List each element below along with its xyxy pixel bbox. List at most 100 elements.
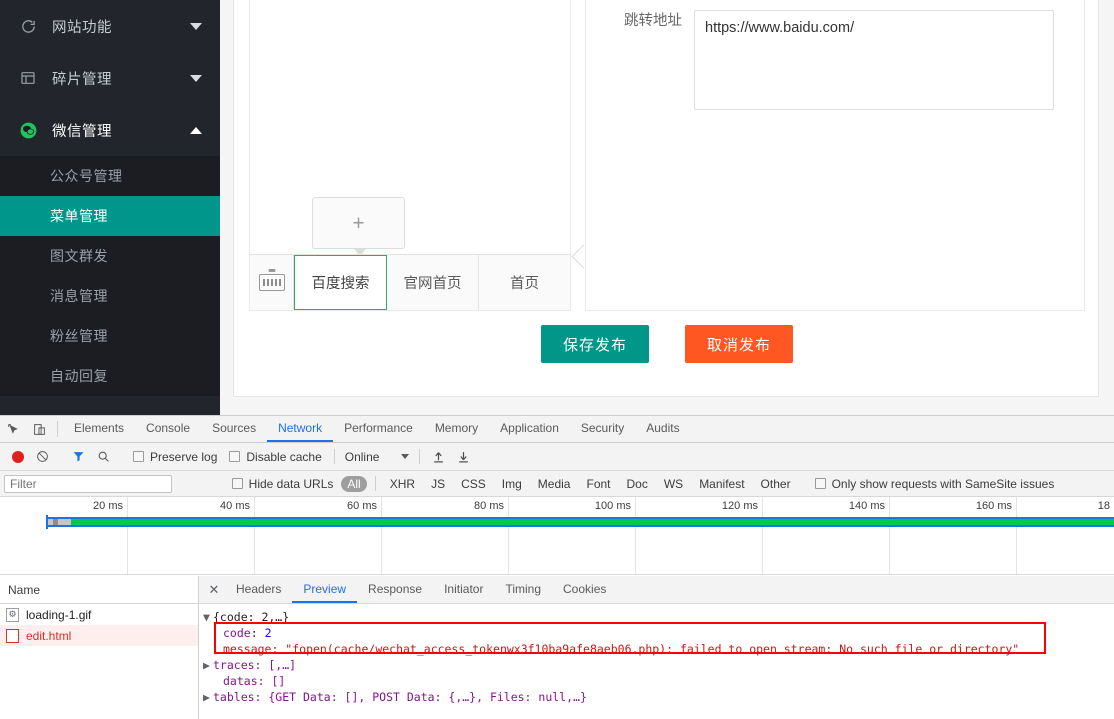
checkbox-box xyxy=(814,478,826,489)
device-toolbar-icon[interactable] xyxy=(26,416,52,442)
tab-performance[interactable]: Performance xyxy=(333,416,424,442)
ruler-tick-label: 60 ms xyxy=(347,500,377,512)
window-panel-icon xyxy=(18,68,38,88)
table-row[interactable]: edit.html xyxy=(0,625,198,646)
json-root-line[interactable]: ▼ {code: 2,…} xyxy=(203,609,1114,625)
image-file-icon: ⚙ xyxy=(6,607,19,622)
tab-headers[interactable]: Headers xyxy=(225,576,292,603)
json-line-datas: datas: [] xyxy=(203,673,1114,689)
type-filter-css[interactable]: CSS xyxy=(455,476,492,492)
request-detail-panel: ✕ Headers Preview Response Initiator Tim… xyxy=(199,576,1114,719)
json-preview: ▼ {code: 2,…} code: 2 message: "fopen(cac… xyxy=(199,604,1114,719)
close-icon[interactable]: ✕ xyxy=(203,576,225,603)
type-filter-other[interactable]: Other xyxy=(755,476,797,492)
type-filter-doc[interactable]: Doc xyxy=(621,476,654,492)
samesite-issues-label: Only show requests with SameSite issues xyxy=(831,476,1055,491)
record-button-icon[interactable] xyxy=(6,450,30,463)
sidebar-item-menu-management[interactable]: 菜单管理 xyxy=(0,196,220,236)
type-filter-ws[interactable]: WS xyxy=(658,476,689,492)
tab-audits[interactable]: Audits xyxy=(635,416,690,442)
tab-console[interactable]: Console xyxy=(135,416,201,442)
table-row[interactable]: ⚙ loading-1.gif xyxy=(0,604,198,625)
keyboard-icon xyxy=(258,269,285,291)
sidebar-item-auto-reply[interactable]: 自动回复 xyxy=(0,356,220,396)
request-name: loading-1.gif xyxy=(26,607,92,622)
chevron-down-icon[interactable] xyxy=(190,22,202,30)
tab-sources[interactable]: Sources xyxy=(201,416,267,442)
json-line-traces[interactable]: ▶ traces: [,…] xyxy=(203,657,1114,673)
tab-initiator[interactable]: Initiator xyxy=(433,576,494,603)
url-field-label: 跳转地址 xyxy=(624,13,682,29)
sidebar-group-fragment-management[interactable]: 碎片管理 xyxy=(0,52,220,104)
url-input[interactable] xyxy=(694,10,1054,110)
toolbar-divider xyxy=(374,476,376,491)
checkbox-box xyxy=(231,478,243,489)
type-filter-font[interactable]: Font xyxy=(580,476,616,492)
sidebar-item-fan-management[interactable]: 粉丝管理 xyxy=(0,316,220,356)
tab-security[interactable]: Security xyxy=(570,416,635,442)
search-icon[interactable] xyxy=(91,450,116,463)
network-toolbar: Preserve log Disable cache Online xyxy=(0,443,1114,471)
ruler-tick-label: 100 ms xyxy=(594,500,631,512)
plus-icon: + xyxy=(352,211,365,235)
tab-timing[interactable]: Timing xyxy=(494,576,552,603)
network-activity-band[interactable] xyxy=(48,517,1114,527)
menu-item-home[interactable]: 首页 xyxy=(479,255,570,310)
chevron-down-icon xyxy=(401,454,410,459)
throttling-select[interactable]: Online xyxy=(341,450,414,464)
ruler-tick-label: 40 ms xyxy=(220,500,250,512)
keyboard-toggle[interactable] xyxy=(250,255,294,310)
save-publish-button[interactable]: 保存发布 xyxy=(540,325,649,363)
request-list-panel: Name ⚙ loading-1.gif edit.html xyxy=(0,576,199,719)
sidebar-group-website-features[interactable]: 网站功能 xyxy=(0,0,220,52)
sidebar-item-mass-message[interactable]: 图文群发 xyxy=(0,236,220,276)
tab-application[interactable]: Application xyxy=(489,416,570,442)
filter-funnel-icon[interactable] xyxy=(66,450,91,463)
sidebar-item-message-management[interactable]: 消息管理 xyxy=(0,276,220,316)
clear-icon[interactable] xyxy=(30,450,55,463)
json-datas-text: datas: [] xyxy=(223,674,286,688)
ruler-tick-label: 80 ms xyxy=(474,500,504,512)
cancel-publish-button[interactable]: 取消发布 xyxy=(685,325,794,363)
menu-item-official-home[interactable]: 官网首页 xyxy=(387,255,479,310)
add-submenu-button[interactable]: + xyxy=(312,197,405,256)
network-overview[interactable]: 20 ms 40 ms 60 ms 80 ms 100 ms 120 ms 14… xyxy=(0,497,1114,575)
import-har-icon[interactable] xyxy=(426,450,451,464)
menu-item-baidu-search[interactable]: 百度搜索 xyxy=(294,255,387,310)
chevron-down-icon[interactable] xyxy=(190,74,202,82)
preserve-log-checkbox[interactable]: Preserve log xyxy=(127,450,223,464)
type-filter-manifest[interactable]: Manifest xyxy=(693,476,750,492)
ruler-tick-label: 120 ms xyxy=(721,500,758,512)
filter-input[interactable] xyxy=(4,474,172,493)
request-column-header[interactable]: Name xyxy=(0,576,198,604)
inspect-element-icon[interactable] xyxy=(0,416,26,442)
tab-memory[interactable]: Memory xyxy=(424,416,489,442)
tab-preview[interactable]: Preview xyxy=(292,576,358,603)
menu-editor-card: + 百度搜索 官网首页 首页 跳转地址 https://www.baidu.co… xyxy=(233,0,1099,397)
wechat-icon xyxy=(18,120,38,140)
hide-data-urls-checkbox[interactable]: Hide data URLs xyxy=(226,477,340,491)
tab-network[interactable]: Network xyxy=(267,416,334,442)
disable-cache-checkbox[interactable]: Disable cache xyxy=(223,450,327,464)
sidebar-group-label: 网站功能 xyxy=(52,19,112,36)
action-button-row: 保存发布 取消发布 xyxy=(234,325,1100,363)
sidebar-item-official-account[interactable]: 公众号管理 xyxy=(0,156,220,196)
chevron-up-icon[interactable] xyxy=(190,126,202,134)
sidebar-group-wechat-management[interactable]: 微信管理 xyxy=(0,104,220,156)
tab-cookies[interactable]: Cookies xyxy=(552,576,617,603)
export-har-icon[interactable] xyxy=(451,450,476,464)
json-line-tables[interactable]: ▶ tables: {GET Data: [], POST Data: {,…},… xyxy=(203,689,1114,705)
type-filter-all[interactable]: All xyxy=(341,475,367,492)
menu-detail-panel: 跳转地址 xyxy=(585,0,1085,311)
url-form-row: 跳转地址 xyxy=(586,10,1054,110)
network-filter-bar: Hide data URLs All XHR JS CSS Img Media … xyxy=(0,471,1114,497)
type-filter-xhr[interactable]: XHR xyxy=(384,476,421,492)
tab-elements[interactable]: Elements xyxy=(63,416,135,442)
tab-response[interactable]: Response xyxy=(357,576,433,603)
type-filter-js[interactable]: JS xyxy=(425,476,451,492)
sidebar-navigation: 网站功能 碎片管理 微信管理 公众号管理 菜单管理 图文群发 消息管理 粉丝管理… xyxy=(0,0,220,415)
panel-pointer-notch xyxy=(571,244,585,270)
type-filter-media[interactable]: Media xyxy=(532,476,577,492)
type-filter-img[interactable]: Img xyxy=(496,476,528,492)
samesite-issues-checkbox[interactable]: Only show requests with SameSite issues xyxy=(809,477,1061,491)
